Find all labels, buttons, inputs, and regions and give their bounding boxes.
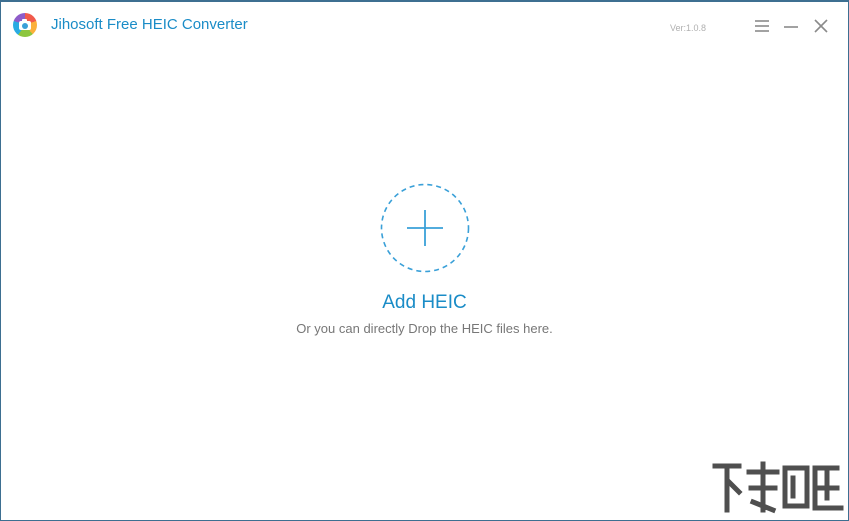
app-title: Jihosoft Free HEIC Converter	[51, 16, 248, 33]
drop-zone[interactable]: Add HEIC Or you can directly Drop the HE…	[1, 50, 848, 520]
menu-button[interactable]	[751, 14, 773, 38]
hamburger-menu-icon	[755, 20, 769, 32]
drop-hint-text: Or you can directly Drop the HEIC files …	[296, 321, 553, 336]
add-heic-button[interactable]	[380, 183, 470, 273]
app-logo-icon	[13, 13, 37, 37]
add-heic-label[interactable]: Add HEIC	[1, 292, 848, 314]
minimize-button[interactable]	[780, 14, 802, 38]
close-icon	[814, 19, 828, 33]
minimize-icon	[784, 26, 798, 28]
close-button[interactable]	[810, 14, 832, 38]
app-window: Jihosoft Free HEIC Converter Ver:1.0.8 A…	[0, 0, 849, 521]
plus-icon	[380, 183, 470, 273]
title-bar[interactable]: Jihosoft Free HEIC Converter Ver:1.0.8	[1, 2, 848, 50]
watermark-logo	[712, 461, 844, 514]
version-label: Ver:1.0.8	[670, 23, 707, 33]
